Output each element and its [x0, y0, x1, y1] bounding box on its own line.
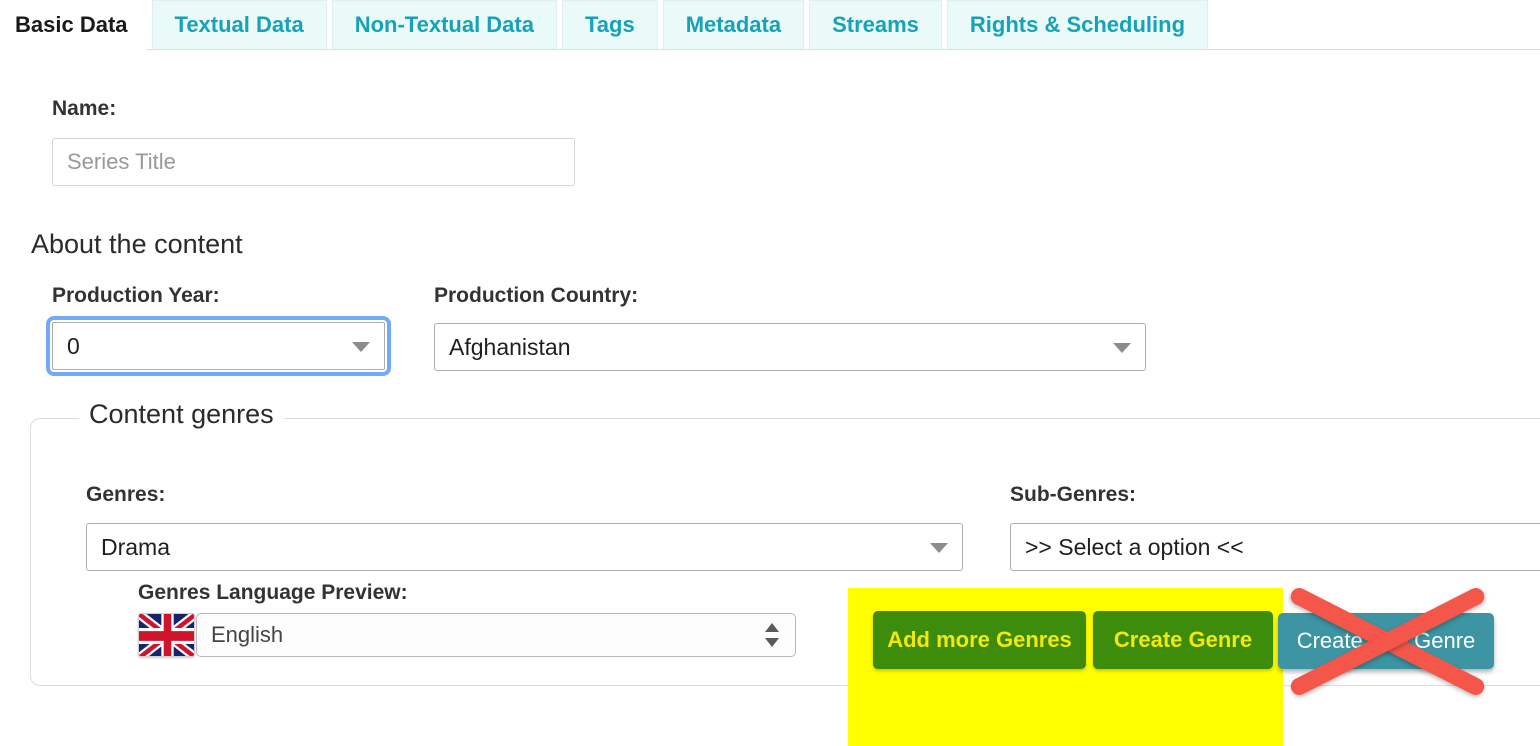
tab-basic-data[interactable]: Basic Data [0, 0, 147, 50]
production-year-select[interactable]: 0 [46, 316, 391, 376]
about-the-content-heading: About the content [31, 229, 243, 259]
tab-textual-data[interactable]: Textual Data [151, 0, 327, 50]
spinner-down-icon[interactable] [765, 638, 779, 647]
content-genres-legend: Content genres [79, 401, 284, 428]
spinner-up-icon[interactable] [765, 623, 779, 632]
add-more-genres-button[interactable]: Add more Genres [873, 611, 1086, 669]
sub-genres-value: >> Select a option << [1025, 533, 1244, 560]
genres-language-preview-value: English [211, 622, 284, 647]
genres-label: Genres: [86, 483, 166, 506]
create-genre-button[interactable]: Create Genre [1093, 611, 1273, 669]
basic-data-panel: Name: Series Title About the content Pro… [0, 50, 1540, 746]
genres-select[interactable]: Drama [86, 523, 963, 571]
tab-streams[interactable]: Streams [809, 0, 942, 50]
uk-flag-icon [138, 613, 195, 657]
production-year-value: 0 [67, 332, 80, 359]
chevron-down-icon [930, 543, 948, 553]
production-year-label: Production Year: [52, 284, 220, 307]
production-country-select[interactable]: Afghanistan [434, 323, 1146, 371]
production-country-value: Afghanistan [449, 333, 571, 360]
chevron-down-icon [352, 342, 370, 352]
name-input[interactable]: Series Title [52, 138, 575, 186]
tab-tags[interactable]: Tags [561, 0, 658, 50]
genres-language-preview-label: Genres Language Preview: [138, 581, 408, 604]
tab-rights-scheduling[interactable]: Rights & Scheduling [946, 0, 1209, 50]
chevron-down-icon [1113, 343, 1131, 353]
genres-value: Drama [101, 533, 171, 560]
create-sub-genre-button[interactable]: Create Sub Genre [1278, 613, 1494, 669]
genres-language-preview-select[interactable]: English [196, 613, 796, 657]
sub-genres-label: Sub-Genres: [1010, 483, 1137, 506]
tab-metadata[interactable]: Metadata [662, 0, 805, 50]
production-country-label: Production Country: [434, 284, 639, 307]
name-label: Name: [52, 97, 117, 120]
sub-genres-select[interactable]: >> Select a option << [1010, 523, 1540, 571]
tab-non-textual-data[interactable]: Non-Textual Data [331, 0, 557, 50]
tab-bar: Basic Data Textual Data Non-Textual Data… [0, 0, 1540, 50]
spinner-arrows-icon[interactable] [765, 623, 779, 647]
uk-flag-svg [139, 614, 194, 656]
